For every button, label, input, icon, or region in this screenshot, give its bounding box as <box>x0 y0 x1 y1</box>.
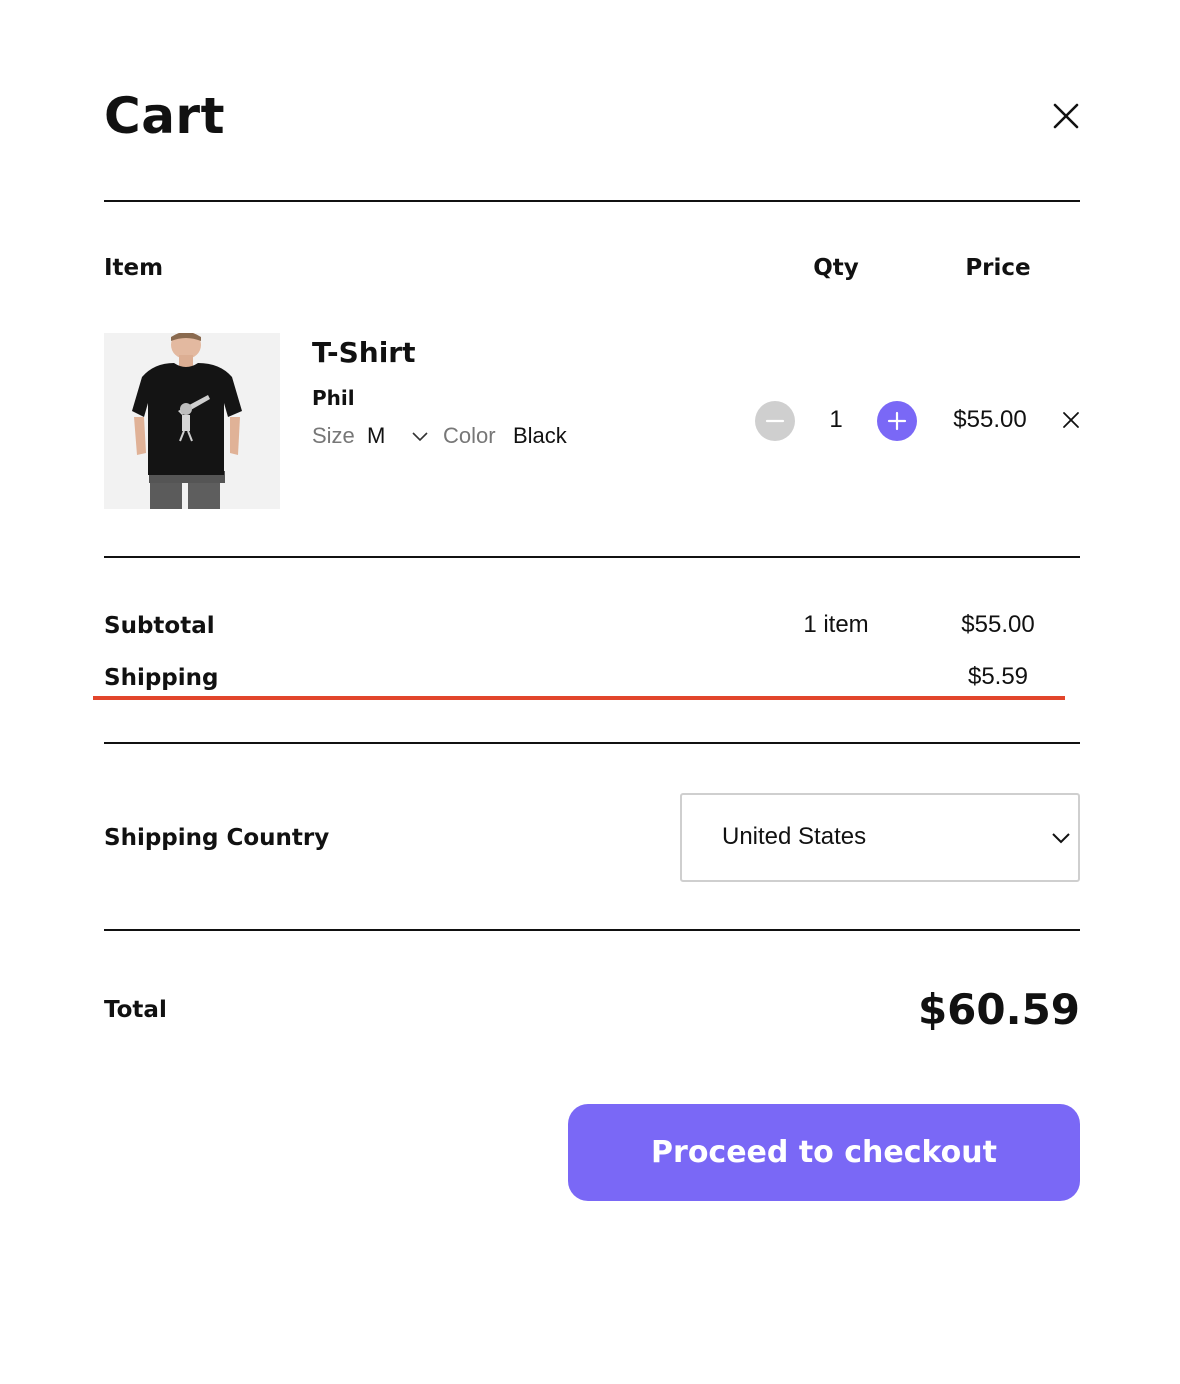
page-title: Cart <box>104 87 225 145</box>
column-header-qty: Qty <box>813 255 859 281</box>
color-value: Black <box>513 423 567 448</box>
tshirt-model-image <box>104 333 280 509</box>
product-image[interactable] <box>104 333 280 509</box>
divider <box>104 929 1080 931</box>
shipping-country-label: Shipping Country <box>104 825 330 851</box>
quantity-value: 1 <box>829 406 843 433</box>
product-name[interactable]: T-Shirt <box>312 336 416 370</box>
divider <box>104 200 1080 202</box>
shipping-country-select[interactable]: United States <box>680 793 1080 882</box>
color-label: Color <box>443 423 496 448</box>
total-value: $60.59 <box>917 985 1081 1034</box>
column-header-price: Price <box>965 255 1031 281</box>
proceed-to-checkout-button[interactable]: Proceed to checkout <box>568 1104 1080 1201</box>
decrease-quantity-button[interactable] <box>755 401 795 441</box>
remove-item-button[interactable] <box>1060 409 1082 431</box>
checkout-button-label: Proceed to checkout <box>651 1134 997 1170</box>
divider <box>104 742 1080 744</box>
chevron-down-icon <box>412 432 428 442</box>
shipping-label: Shipping <box>104 665 219 691</box>
item-count: 1 item <box>803 611 869 638</box>
subtotal-label: Subtotal <box>104 613 215 639</box>
close-button[interactable] <box>1046 96 1086 136</box>
increase-quantity-button[interactable] <box>877 401 917 441</box>
column-header-item: Item <box>104 255 164 281</box>
cart-page: Cart Item Qty Price T-Shirt Phil Size M … <box>0 0 1180 1384</box>
divider <box>104 556 1080 558</box>
product-variant: Phil <box>312 386 355 410</box>
chevron-down-icon <box>1052 833 1070 844</box>
shipping-country-value: United States <box>722 823 867 850</box>
close-icon <box>1053 103 1079 129</box>
subtotal-value: $55.00 <box>961 611 1035 638</box>
highlight-underline <box>93 696 1065 700</box>
total-label: Total <box>104 997 167 1023</box>
shipping-value: $5.59 <box>967 663 1029 690</box>
plus-icon <box>887 411 907 431</box>
size-dropdown[interactable] <box>410 428 430 444</box>
size-label: Size <box>312 423 355 448</box>
size-select-value[interactable]: M <box>367 423 385 449</box>
item-price: $55.00 <box>953 406 1027 433</box>
remove-icon <box>1063 412 1079 428</box>
minus-icon <box>765 419 785 423</box>
